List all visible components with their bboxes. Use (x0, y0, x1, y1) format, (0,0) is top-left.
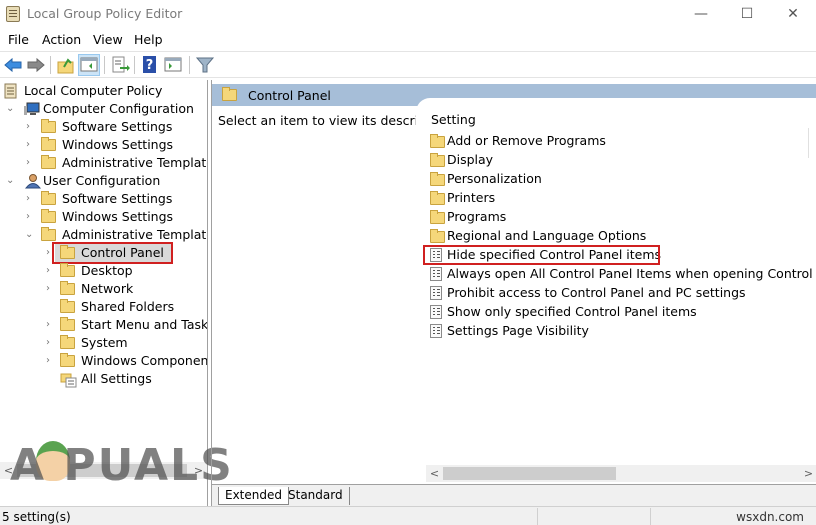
scrollbar-thumb[interactable] (443, 467, 616, 480)
maximize-button[interactable]: ☐ (724, 0, 770, 28)
chevron-right-icon[interactable]: › (26, 190, 36, 208)
action-pane-icon (164, 57, 182, 72)
up-folder-button[interactable] (55, 54, 77, 76)
content-horizontal-scrollbar[interactable]: < > (426, 465, 816, 482)
folder-icon (60, 353, 75, 367)
toolbar-separator (134, 56, 135, 74)
folder-icon (41, 119, 56, 133)
svg-text:?: ? (146, 58, 154, 73)
export-list-button[interactable] (109, 54, 131, 76)
vertical-scrollbar[interactable] (808, 128, 809, 158)
settings-list: Setting Add or Remove Programs Display P… (416, 98, 816, 470)
appuals-watermark: A PUALS (10, 440, 234, 491)
chevron-down-icon[interactable]: ⌄ (6, 172, 16, 190)
computer-icon (24, 102, 40, 115)
folder-icon (430, 210, 445, 224)
details-pane: Control Panel Select an item to view its… (211, 80, 816, 506)
policy-setting-icon (430, 286, 442, 300)
chevron-right-icon[interactable]: › (26, 208, 36, 226)
scroll-right-arrow[interactable]: > (800, 465, 816, 482)
chevron-right-icon[interactable]: › (46, 280, 56, 298)
menu-file[interactable]: File (8, 32, 29, 47)
scroll-left-arrow[interactable]: < (426, 465, 443, 482)
status-separator (650, 508, 651, 525)
menu-help[interactable]: Help (134, 32, 163, 47)
minimize-button[interactable]: — (678, 0, 724, 28)
toolbar-separator (104, 56, 105, 74)
folder-icon (41, 227, 56, 241)
chevron-right-icon[interactable]: › (46, 316, 56, 334)
chevron-right-icon[interactable]: › (46, 334, 56, 352)
content-header-title: Control Panel (248, 88, 331, 103)
menu-action[interactable]: Action (42, 32, 81, 47)
folder-icon (222, 87, 237, 101)
show-hide-action-pane-button[interactable] (162, 54, 184, 76)
back-arrow-icon (4, 57, 22, 73)
chevron-down-icon[interactable]: ⌄ (6, 100, 16, 118)
column-header-setting[interactable]: Setting (431, 112, 476, 127)
tab-standard[interactable]: Standard (282, 487, 350, 505)
folder-icon (430, 191, 445, 205)
folder-icon (60, 245, 75, 259)
status-bar: 5 setting(s) wsxdn.com (0, 506, 816, 525)
folder-icon (41, 155, 56, 169)
forward-button[interactable] (25, 54, 47, 76)
all-settings-icon (60, 373, 77, 388)
show-hide-console-tree-button[interactable] (78, 54, 100, 76)
console-tree-icon (80, 57, 98, 72)
window-title: Local Group Policy Editor (27, 6, 183, 21)
folder-icon (60, 299, 75, 313)
toolbar-separator (189, 56, 190, 74)
folder-icon (430, 134, 445, 148)
chevron-right-icon[interactable]: › (26, 118, 36, 136)
user-icon (24, 174, 41, 189)
title-bar: Local Group Policy Editor — ☐ ✕ (0, 0, 816, 28)
filter-button[interactable] (194, 54, 216, 76)
folder-up-icon (57, 58, 74, 74)
view-tabs: Extended Standard (212, 484, 816, 506)
site-watermark: wsxdn.com (736, 510, 804, 524)
folder-icon (41, 191, 56, 205)
menu-bar: File Action View Help (0, 30, 816, 50)
chevron-right-icon[interactable]: › (46, 352, 56, 370)
chevron-right-icon[interactable]: › (26, 136, 36, 154)
policy-setting-icon (430, 305, 442, 319)
close-button[interactable]: ✕ (770, 0, 816, 28)
back-button[interactable] (2, 54, 24, 76)
menu-view[interactable]: View (93, 32, 123, 47)
folder-icon (60, 281, 75, 295)
folder-icon (430, 229, 445, 243)
folder-icon (60, 263, 75, 277)
chevron-right-icon[interactable]: › (46, 262, 56, 280)
forward-arrow-icon (27, 57, 45, 73)
policy-setting-icon (430, 248, 442, 262)
policy-setting-icon (430, 267, 442, 281)
policy-setting-icon (430, 324, 442, 338)
toolbar-separator (50, 56, 51, 74)
folder-icon (430, 153, 445, 167)
chevron-right-icon[interactable]: › (26, 154, 36, 172)
folder-icon (430, 172, 445, 186)
chevron-down-icon[interactable]: ⌄ (25, 226, 35, 244)
filter-funnel-icon (195, 57, 215, 73)
toolbar: ? (0, 51, 816, 78)
help-icon: ? (143, 56, 156, 73)
folder-icon (41, 209, 56, 223)
folder-icon (60, 317, 75, 331)
status-separator (537, 508, 538, 525)
help-button[interactable]: ? (139, 54, 161, 76)
folder-icon (41, 137, 56, 151)
status-text: 5 setting(s) (2, 510, 71, 524)
export-list-icon (112, 56, 130, 73)
folder-icon (60, 335, 75, 349)
tab-extended[interactable]: Extended (218, 487, 289, 505)
policy-scroll-icon (4, 83, 17, 99)
group-policy-app-icon (6, 6, 20, 22)
